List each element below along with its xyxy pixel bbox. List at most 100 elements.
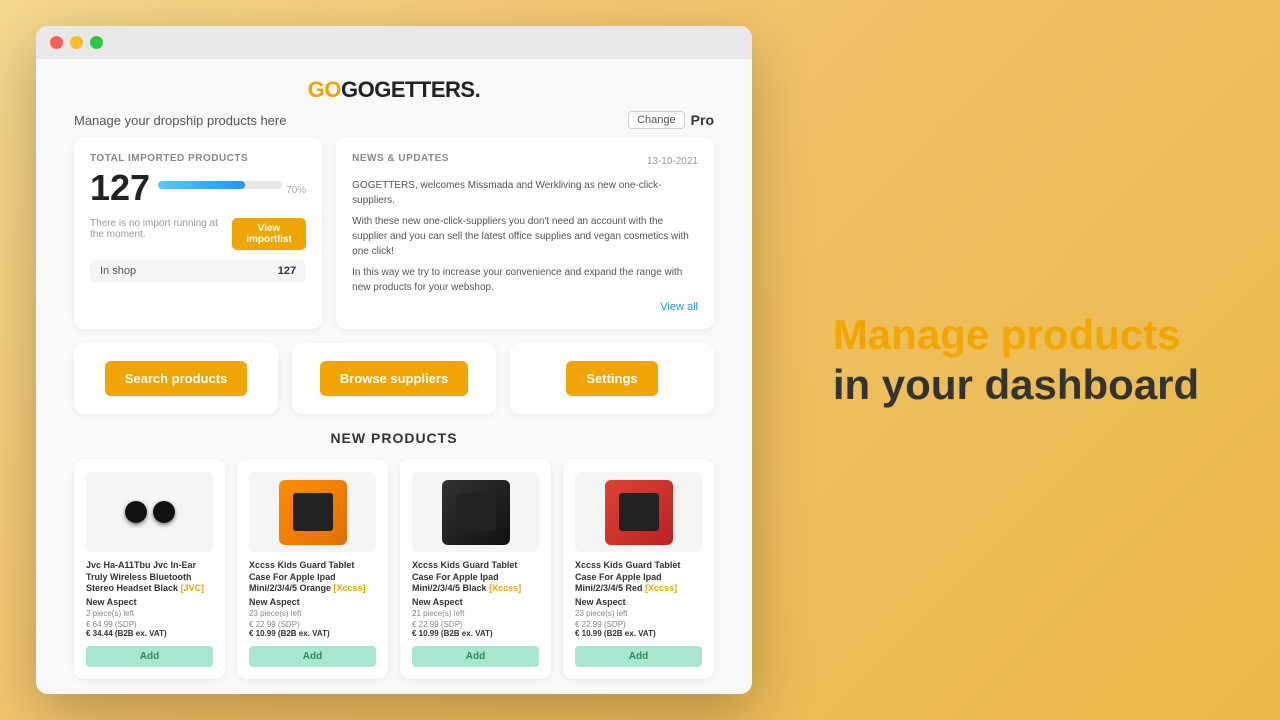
progress-bar-fill [158,181,245,189]
no-import-text: There is no import running at the moment… [90,218,222,240]
product-prices-1: New Aspect 23 piece(s) left € 22.99 (SDP… [249,597,376,638]
browser-window: GOGOGETTERS. Manage your dropship produc… [36,26,752,694]
settings-button[interactable]: Settings [566,361,657,396]
plan-label: Pro [691,112,714,128]
add-product-button-1[interactable]: Add [249,646,376,667]
product-prices-3: New Aspect 23 piece(s) left € 22.99 (SDP… [575,597,702,638]
product-supplier-1: [Xccss] [334,583,366,593]
product-image-3 [575,472,702,552]
search-products-button[interactable]: Search products [105,361,248,396]
right-panel-line2: in your dashboard [833,360,1199,410]
product-aspect-1: New Aspect [249,597,376,607]
browse-suppliers-button[interactable]: Browse suppliers [320,361,468,396]
product-name-0: Jvc Ha-A11Tbu Jvc In-Ear Truly Wireless … [86,560,213,595]
news-para-1: GOGETTERS, welcomes Missmada and Werkliv… [352,178,698,208]
product-price-sale-3: € 10.99 (B2B ex. VAT) [575,629,702,638]
product-aspect-3: New Aspect [575,597,702,607]
in-shop-count: 127 [278,265,296,277]
right-panel-line1: Manage products [833,310,1199,360]
product-image-2 [412,472,539,552]
browser-chrome [36,26,752,59]
app-logo: GOGOGETTERS. [308,77,480,103]
add-product-button-2[interactable]: Add [412,646,539,667]
product-image-1 [249,472,376,552]
progress-bar-container [158,181,282,189]
product-image-0 [86,472,213,552]
news-card-title: NEWS & UPDATES [352,153,449,164]
traffic-light-yellow[interactable] [70,36,83,49]
product-name-2: Xccss Kids Guard Tablet Case For Apple I… [412,560,539,595]
stats-card-title: TOTAL IMPORTED PRODUCTS [90,153,306,164]
action-card-search: Search products [74,343,278,414]
logo-go: GO [308,77,341,102]
product-card-3: Xccss Kids Guard Tablet Case For Apple I… [563,460,714,679]
add-product-button-0[interactable]: Add [86,646,213,667]
change-plan-button[interactable]: Change [628,111,685,129]
product-supplier-0: [JVC] [181,583,205,593]
tablet-inner-2 [456,493,496,531]
action-buttons-row: Search products Browse suppliers Setting… [74,343,714,414]
right-panel-text: Manage products in your dashboard [833,310,1199,411]
product-name-3: Xccss Kids Guard Tablet Case For Apple I… [575,560,702,595]
add-product-button-3[interactable]: Add [575,646,702,667]
tablet-case-orange-icon [279,480,347,545]
news-view-all-link[interactable]: View all [352,301,698,313]
no-import-row: There is no import running at the moment… [90,218,306,250]
main-content: TOTAL IMPORTED PRODUCTS 127 70% There is… [36,137,752,694]
earbuds-icon [125,501,175,523]
action-card-settings: Settings [510,343,714,414]
product-aspect-0: New Aspect [86,597,213,607]
tagline: Manage your dropship products here [74,113,286,128]
product-supplier-2: [Xccss] [489,583,521,593]
product-stock-0: 2 piece(s) left [86,609,213,618]
product-price-original-2: € 22.99 (SDP) [412,620,539,629]
news-header-row: NEWS & UPDATES 13-10-2021 [352,153,698,170]
traffic-light-red[interactable] [50,36,63,49]
product-aspect-2: New Aspect [412,597,539,607]
product-prices-2: New Aspect 21 piece(s) left € 22.99 (SDP… [412,597,539,638]
new-products-title: NEW PRODUCTS [74,430,714,446]
new-products-section: NEW PRODUCTS Jvc Ha-A11Tbu Jvc In-Ear Tr… [74,430,714,694]
tablet-case-red-icon [605,480,673,545]
news-date: 13-10-2021 [647,156,698,167]
tablet-case-black-icon [442,480,510,545]
app-header: GOGOGETTERS. Manage your dropship produc… [36,59,752,137]
product-prices-0: New Aspect 2 piece(s) left € 64.99 (SDP)… [86,597,213,638]
in-shop-label: In shop [100,265,136,277]
tablet-inner-3 [619,493,659,531]
product-card-0: Jvc Ha-A11Tbu Jvc In-Ear Truly Wireless … [74,460,225,679]
traffic-light-green[interactable] [90,36,103,49]
product-price-sale-1: € 10.99 (B2B ex. VAT) [249,629,376,638]
product-price-original-3: € 22.99 (SDP) [575,620,702,629]
products-grid: Jvc Ha-A11Tbu Jvc In-Ear Truly Wireless … [74,460,714,679]
view-importlist-button[interactable]: View importlist [232,218,306,250]
view-all-products-link[interactable]: View all new products [74,693,714,694]
product-card-1: Xccss Kids Guard Tablet Case For Apple I… [237,460,388,679]
product-price-original-1: € 22.99 (SDP) [249,620,376,629]
product-stock-2: 21 piece(s) left [412,609,539,618]
right-panel: Manage products in your dashboard [752,270,1280,451]
product-price-sale-2: € 10.99 (B2B ex. VAT) [412,629,539,638]
product-card-2: Xccss Kids Guard Tablet Case For Apple I… [400,460,551,679]
tablet-inner-1 [293,493,333,531]
news-para-3: In this way we try to increase your conv… [352,265,698,295]
tagline-row: Manage your dropship products here Chang… [74,111,714,129]
action-card-browse: Browse suppliers [292,343,496,414]
plan-row: Change Pro [628,111,714,129]
stats-number-row: 127 70% [90,170,306,210]
product-price-sale-0: € 34.44 (B2B ex. VAT) [86,629,213,638]
product-price-original-0: € 64.99 (SDP) [86,620,213,629]
product-stock-3: 23 piece(s) left [575,609,702,618]
logo-text: GOGETTERS. [341,77,480,102]
product-name-text-0: Jvc Ha-A11Tbu Jvc In-Ear Truly Wireless … [86,560,196,593]
in-shop-row: In shop 127 [90,260,306,282]
product-stock-1: 23 piece(s) left [249,609,376,618]
product-supplier-3: [Xccss] [645,583,677,593]
browser-content: GOGOGETTERS. Manage your dropship produc… [36,59,752,694]
earbud-right [153,501,175,523]
stats-card: TOTAL IMPORTED PRODUCTS 127 70% There is… [74,137,322,329]
top-cards: TOTAL IMPORTED PRODUCTS 127 70% There is… [74,137,714,329]
news-card: NEWS & UPDATES 13-10-2021 GOGETTERS, wel… [336,137,714,329]
earbud-left [125,501,147,523]
progress-label: 70% [286,185,306,196]
